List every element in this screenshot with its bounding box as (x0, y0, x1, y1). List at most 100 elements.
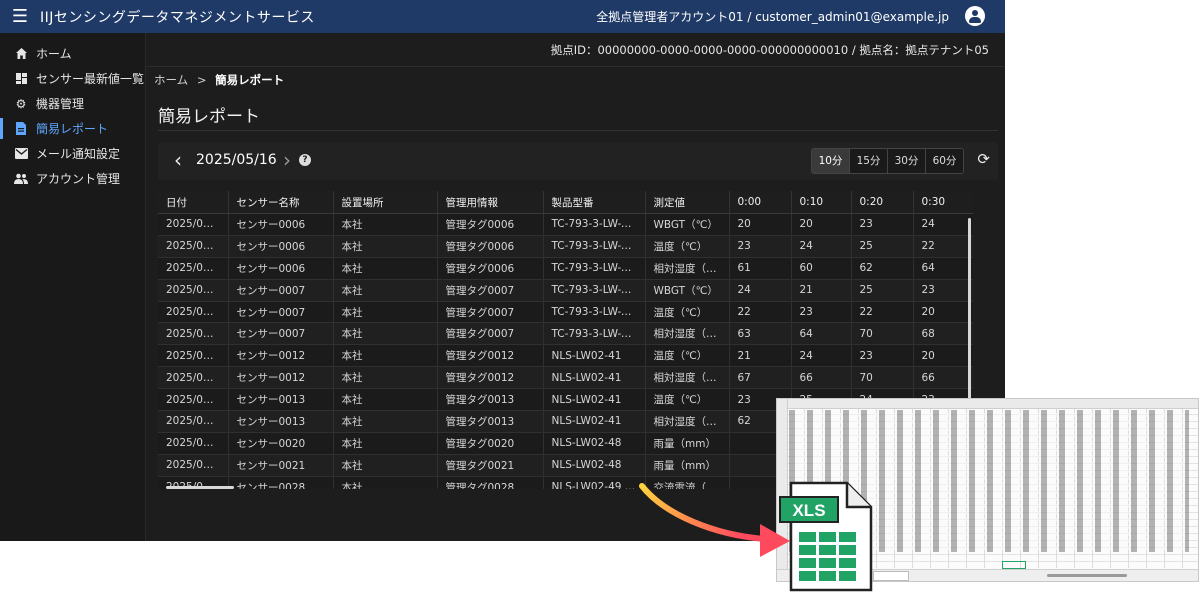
column-header: 0:20 (851, 191, 914, 214)
table-cell: センサー0013 (228, 388, 334, 412)
table-cell: 23 (851, 344, 914, 368)
table-cell: 相対湿度（%… (645, 410, 730, 433)
table-cell: 管理タグ0007 (437, 279, 544, 302)
table-cell: センサー0007 (228, 301, 334, 324)
help-icon[interactable]: ? (299, 154, 311, 166)
interval-button-15[interactable]: 15分 (850, 149, 888, 173)
tenant-info: 拠点ID：00000000-0000-0000-0000-00000000001… (146, 33, 1005, 67)
table-cell: 交流電流（A） (645, 476, 730, 489)
hamburger-menu-icon[interactable]: ☰ (0, 0, 40, 33)
table-cell: 雨量（mm） (645, 432, 730, 455)
table-cell: 相対湿度（%… (645, 257, 730, 280)
table-cell: センサー0006 (228, 213, 334, 236)
table-cell: 2025/05/16 (158, 410, 229, 433)
table-cell: 21 (729, 344, 792, 368)
report-toolbar: ‹ 2025/05/16 › ? 10分 15分 30分 60分 ⟳ (158, 142, 998, 180)
table-cell: 管理タグ0028 (437, 476, 544, 489)
table-cell: 2025/05/16 (158, 366, 229, 390)
table-cell: 2025/05/16 (158, 235, 229, 258)
table-cell: TC-793-3-LW-X-57 (543, 279, 646, 302)
table-cell: 2025/05/16 (158, 454, 229, 477)
table-cell: 24 (791, 344, 852, 368)
table-cell: 2025/05/16 (158, 432, 229, 455)
home-icon (14, 47, 28, 61)
sidebar-item-label: 機器管理 (36, 97, 85, 111)
table-cell: 20 (913, 344, 973, 368)
divider (158, 130, 998, 131)
table-cell: 20 (913, 301, 973, 324)
table-cell: センサー0012 (228, 344, 334, 368)
table-cell: 相対湿度（%… (645, 322, 730, 346)
xls-file-icon: XLS (779, 481, 873, 592)
table-cell: 本社 (333, 235, 438, 258)
refresh-icon[interactable]: ⟳ (977, 150, 990, 168)
table-cell: NLS-LW02-41 (543, 344, 646, 368)
table-cell: NLS-LW02-48 (543, 454, 646, 477)
sidebar-item-device-management[interactable]: ⚙ 機器管理 (0, 91, 145, 116)
table-header-row: 日付 センサー名称 設置場所 管理用情報 製品型番 測定値 0:00 0:10 0:20 0:30 (158, 191, 973, 214)
interval-button-30[interactable]: 30分 (888, 149, 926, 173)
table-row: 2025/05/16 センサー0007 本社 管理タグ0007 TC-793-3-LW-… (158, 279, 973, 302)
interval-button-60[interactable]: 60分 (926, 149, 963, 173)
table-cell: 68 (913, 322, 973, 346)
table-row: 2025/05/16 センサー0007 本社 管理タグ0007 TC-793-3-LW-… (158, 322, 973, 346)
table-cell: 管理タグ0012 (437, 344, 544, 368)
table-cell: 本社 (333, 322, 438, 346)
sidebar-item-sensor-latest[interactable]: センサー最新値一覧 (0, 66, 145, 91)
xls-label: XLS (792, 501, 825, 520)
sidebar-item-mail-settings[interactable]: メール通知設定 (0, 141, 145, 166)
table-cell: 23 (729, 235, 792, 258)
chevron-left-icon[interactable]: ‹ (168, 150, 188, 170)
column-header: 製品型番 (543, 191, 646, 214)
gear-icon: ⚙ (15, 96, 27, 111)
table-cell: 66 (913, 366, 973, 390)
selected-cell (1002, 561, 1026, 569)
table-row: 2025/05/16 センサー0006 本社 管理タグ0006 TC-793-3-LW-… (158, 213, 973, 236)
sidebar-item-label: メール通知設定 (36, 147, 121, 161)
account-avatar-icon[interactable] (965, 6, 985, 26)
table-row: 2025/05/16 センサー0006 本社 管理タグ0006 TC-793-3-LW-… (158, 235, 973, 258)
table-cell: WBGT（℃） (645, 213, 730, 236)
sidebar-item-simple-report[interactable]: 簡易レポート (0, 116, 145, 141)
table-cell: 管理タグ0007 (437, 301, 544, 324)
sidebar-item-home[interactable]: ホーム (0, 41, 145, 66)
column-header: 管理用情報 (437, 191, 544, 214)
table-cell: 22 (851, 301, 914, 324)
table-cell: 22 (913, 235, 973, 258)
mail-icon (14, 147, 28, 161)
table-cell: 温度（℃） (645, 235, 730, 258)
spreadsheet-scrollbar (1047, 574, 1127, 577)
table-cell: 2025/05/16 (158, 301, 229, 324)
table-cell: 本社 (333, 388, 438, 412)
breadcrumb: ホーム > 簡易レポート (154, 72, 284, 88)
table-cell: センサー0007 (228, 322, 334, 346)
table-cell: NLS-LW02-48 (543, 432, 646, 455)
chevron-right-icon[interactable]: › (277, 150, 297, 170)
interval-button-10[interactable]: 10分 (812, 149, 850, 173)
vertical-scrollbar[interactable] (968, 218, 971, 418)
table-cell: 本社 (333, 432, 438, 455)
column-header: センサー名称 (228, 191, 334, 214)
table-row: 2025/05/16 センサー0007 本社 管理タグ0007 TC-793-3-LW-… (158, 301, 973, 324)
table-row: 2025/05/16 センサー0006 本社 管理タグ0006 TC-793-3-LW-… (158, 257, 973, 280)
table-cell: センサー0006 (228, 235, 334, 258)
table-cell: 本社 (333, 476, 438, 489)
table-cell: 2025/05/16 (158, 213, 229, 236)
horizontal-scrollbar[interactable] (166, 486, 234, 489)
breadcrumb-home[interactable]: ホーム (154, 73, 188, 87)
table-cell: 24 (913, 213, 973, 236)
table-cell: TC-793-3-LW-X-57 (543, 301, 646, 324)
breadcrumb-current: 簡易レポート (215, 73, 285, 87)
table-cell: 本社 (333, 213, 438, 236)
sidebar-item-label: アカウント管理 (36, 172, 121, 186)
sidebar: ホーム センサー最新値一覧 ⚙ 機器管理 簡易レポート メール通知設定 アカウン… (0, 33, 146, 541)
page-title: 簡易レポート (158, 107, 260, 127)
table-cell: 管理タグ0021 (437, 454, 544, 477)
table-cell: 23 (851, 213, 914, 236)
table-cell: 61 (729, 257, 792, 280)
sidebar-item-account-management[interactable]: アカウント管理 (0, 166, 145, 191)
table-cell: センサー0021 (228, 454, 334, 477)
table-cell: 本社 (333, 366, 438, 390)
table-cell: 温度（℃） (645, 388, 730, 412)
table-cell: 64 (791, 322, 852, 346)
